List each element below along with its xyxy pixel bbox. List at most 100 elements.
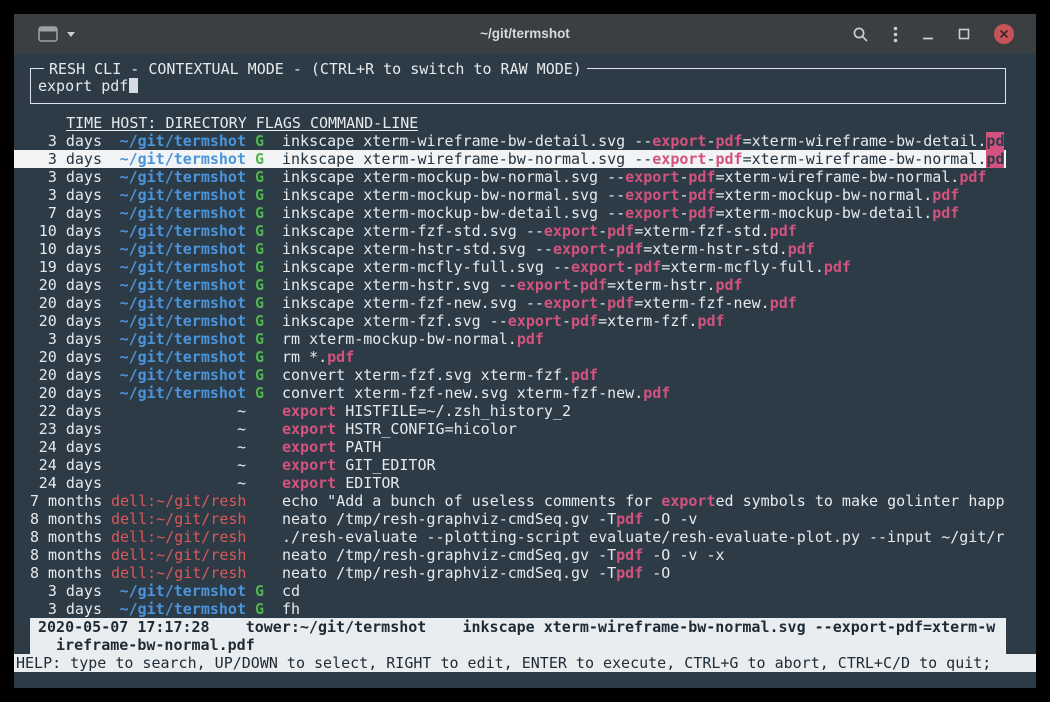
- history-row[interactable]: 7 days ~/git/termshot G inkscape xterm-m…: [14, 204, 1006, 222]
- history-row[interactable]: 22 days ~ export HISTFILE=~/.zsh_history…: [14, 402, 1006, 420]
- history-row[interactable]: 8 months dell:~/git/resh neato /tmp/resh…: [14, 510, 1006, 528]
- column-header-indent: [30, 114, 66, 132]
- row-flags: G: [255, 582, 264, 600]
- minimize-icon: [922, 28, 934, 40]
- history-row[interactable]: 3 days ~/git/termshot G inkscape xterm-w…: [14, 150, 1006, 168]
- row-host-directory: ~/git/termshot: [111, 348, 246, 366]
- row-command: neato /tmp/resh-graphviz-cmdSeq.gv -Tpdf…: [282, 510, 1006, 528]
- row-host-directory: dell:~/git/resh: [111, 492, 246, 510]
- row-flags: [255, 492, 264, 510]
- history-row[interactable]: 24 days ~ export EDITOR: [14, 474, 1006, 492]
- titlebar[interactable]: ~/git/termshot: [14, 14, 1036, 54]
- row-host-directory: ~/git/termshot: [111, 186, 246, 204]
- row-command: inkscape xterm-fzf-std.svg --export-pdf=…: [282, 222, 1006, 240]
- row-command: rm *.pdf: [282, 348, 1006, 366]
- row-host-directory: ~/git/termshot: [111, 168, 246, 186]
- history-row[interactable]: 20 days ~/git/termshot G rm *.pdf: [14, 348, 1006, 366]
- history-row[interactable]: 10 days ~/git/termshot G inkscape xterm-…: [14, 240, 1006, 258]
- row-time: 22 days: [30, 402, 102, 420]
- row-time: 20 days: [30, 276, 102, 294]
- history-row[interactable]: 20 days ~/git/termshot G convert xterm-f…: [14, 384, 1006, 402]
- history-row[interactable]: 20 days ~/git/termshot G inkscape xterm-…: [14, 294, 1006, 312]
- new-tab-button[interactable]: [38, 26, 58, 42]
- row-time: 8 months: [30, 564, 102, 582]
- row-host-directory: dell:~/git/resh: [111, 564, 246, 582]
- row-time: 24 days: [30, 456, 102, 474]
- history-row[interactable]: 23 days ~ export HSTR_CONFIG=hicolor: [14, 420, 1006, 438]
- row-command: neato /tmp/resh-graphviz-cmdSeq.gv -Tpdf…: [282, 564, 1006, 582]
- history-row[interactable]: 24 days ~ export PATH: [14, 438, 1006, 456]
- row-host-directory: ~: [111, 438, 246, 456]
- history-row[interactable]: 3 days ~/git/termshot G inkscape xterm-w…: [14, 132, 1006, 150]
- history-row[interactable]: 20 days ~/git/termshot G inkscape xterm-…: [14, 312, 1006, 330]
- row-host-directory: ~/git/termshot: [111, 204, 246, 222]
- row-flags: [255, 546, 264, 564]
- row-flags: G: [255, 348, 264, 366]
- kebab-menu-icon: [893, 26, 898, 43]
- row-host-directory: ~/git/termshot: [111, 312, 246, 330]
- history-row[interactable]: 3 days ~/git/termshot G cd: [14, 582, 1006, 600]
- row-host-directory: ~/git/termshot: [111, 600, 246, 618]
- row-host-directory: ~/git/termshot: [111, 330, 246, 348]
- row-flags: G: [255, 258, 264, 276]
- row-host-directory: ~/git/termshot: [111, 276, 246, 294]
- row-command: export HISTFILE=~/.zsh_history_2: [282, 402, 1006, 420]
- row-time: 3 days: [30, 186, 102, 204]
- close-button[interactable]: [994, 24, 1014, 44]
- history-list: 3 days ~/git/termshot G inkscape xterm-w…: [14, 132, 1036, 618]
- row-host-directory: ~: [111, 420, 246, 438]
- status-line-1: 2020-05-07 17:17:28 tower:~/git/termshot…: [30, 618, 1006, 636]
- row-time: 3 days: [30, 150, 102, 168]
- status-bar: 2020-05-07 17:17:28 tower:~/git/termshot…: [30, 618, 1006, 654]
- row-command: inkscape xterm-mcfly-full.svg --export-p…: [282, 258, 1006, 276]
- search-query: export pdf: [38, 77, 128, 95]
- tab-dropdown-button[interactable]: [66, 31, 76, 38]
- row-flags: [255, 402, 264, 420]
- history-row[interactable]: 19 days ~/git/termshot G inkscape xterm-…: [14, 258, 1006, 276]
- row-command: inkscape xterm-wireframe-bw-normal.svg -…: [282, 150, 1006, 168]
- row-flags: G: [255, 168, 264, 186]
- history-row[interactable]: 3 days ~/git/termshot G inkscape xterm-m…: [14, 186, 1006, 204]
- search-box[interactable]: RESH CLI - CONTEXTUAL MODE - (CTRL+R to …: [30, 68, 1006, 104]
- row-host-directory: ~: [111, 474, 246, 492]
- history-row[interactable]: 24 days ~ export GIT_EDITOR: [14, 456, 1006, 474]
- row-host-directory: ~/git/termshot: [111, 132, 246, 150]
- row-command: inkscape xterm-fzf.svg --export-pdf=xter…: [282, 312, 1006, 330]
- row-flags: [255, 456, 264, 474]
- row-command: export HSTR_CONFIG=hicolor: [282, 420, 1006, 438]
- minimize-button[interactable]: [922, 28, 934, 40]
- row-time: 7 months: [30, 492, 102, 510]
- history-row[interactable]: 8 months dell:~/git/resh neato /tmp/resh…: [14, 564, 1006, 582]
- row-time: 20 days: [30, 366, 102, 384]
- history-row[interactable]: 8 months dell:~/git/resh neato /tmp/resh…: [14, 546, 1006, 564]
- row-flags: G: [255, 240, 264, 258]
- titlebar-right-controls: [852, 24, 1014, 44]
- row-command: inkscape xterm-hstr.svg --export-pdf=xte…: [282, 276, 1006, 294]
- history-row[interactable]: 10 days ~/git/termshot G inkscape xterm-…: [14, 222, 1006, 240]
- history-row[interactable]: 8 months dell:~/git/resh ./resh-evaluate…: [14, 528, 1006, 546]
- history-row[interactable]: 3 days ~/git/termshot G rm xterm-mockup-…: [14, 330, 1006, 348]
- row-time: 8 months: [30, 546, 102, 564]
- search-button[interactable]: [852, 26, 869, 43]
- row-command: inkscape xterm-mockup-bw-normal.svg --ex…: [282, 168, 1006, 186]
- history-row[interactable]: 3 days ~/git/termshot G fh: [14, 600, 1006, 618]
- row-flags: G: [255, 366, 264, 384]
- row-flags: G: [255, 312, 264, 330]
- menu-button[interactable]: [893, 26, 898, 43]
- row-host-directory: ~/git/termshot: [111, 240, 246, 258]
- row-time: 23 days: [30, 420, 102, 438]
- restore-icon: [958, 28, 970, 40]
- terminal-content: RESH CLI - CONTEXTUAL MODE - (CTRL+R to …: [14, 54, 1036, 688]
- row-host-directory: ~/git/termshot: [111, 582, 246, 600]
- chevron-down-icon: [66, 31, 76, 38]
- row-flags: G: [255, 132, 264, 150]
- row-command: inkscape xterm-wireframe-bw-detail.svg -…: [282, 132, 1006, 150]
- row-time: 20 days: [30, 384, 102, 402]
- history-row[interactable]: 7 months dell:~/git/resh echo "Add a bun…: [14, 492, 1006, 510]
- row-flags: G: [255, 150, 264, 168]
- history-row[interactable]: 3 days ~/git/termshot G inkscape xterm-m…: [14, 168, 1006, 186]
- restore-button[interactable]: [958, 28, 970, 40]
- row-command: convert xterm-fzf.svg xterm-fzf.pdf: [282, 366, 1006, 384]
- history-row[interactable]: 20 days ~/git/termshot G convert xterm-f…: [14, 366, 1006, 384]
- history-row[interactable]: 20 days ~/git/termshot G inkscape xterm-…: [14, 276, 1006, 294]
